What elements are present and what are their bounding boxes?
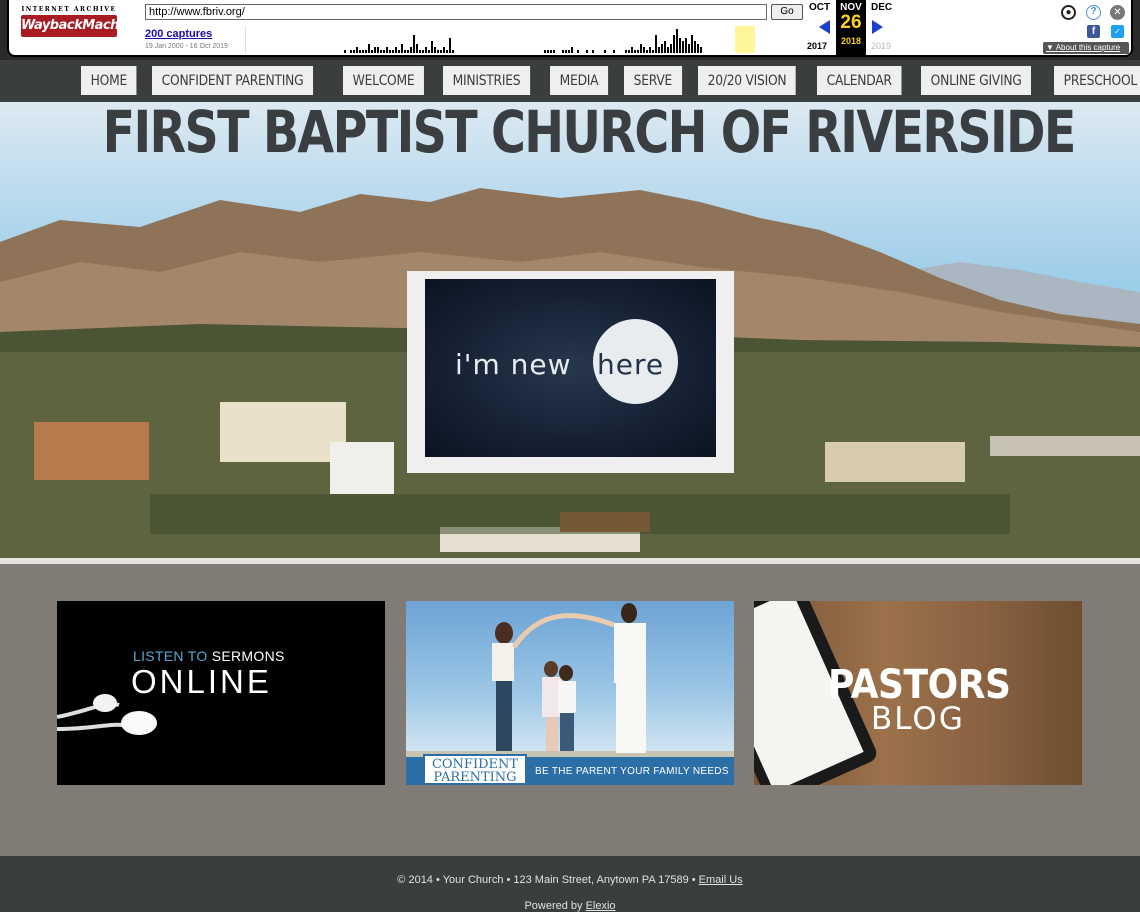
footer-address: © 2014 • Your Church • 123 Main Street, … [397, 874, 699, 886]
wayback-capture-sparkline[interactable] [245, 26, 801, 53]
nav-item-online-giving[interactable]: ONLINE GIVING [921, 66, 1032, 95]
wayback-next-month[interactable]: DEC [871, 2, 892, 13]
hero-banner: FIRST BAPTIST CHURCH OF RIVERSIDE i'm ne… [0, 102, 1140, 558]
nav-item-confident-parenting[interactable]: CONFIDENT PARENTING [152, 66, 314, 95]
about-capture-label: About this capture [1055, 43, 1121, 52]
wayback-prev-year[interactable]: 2017 [807, 41, 827, 51]
church-title: FIRST BAPTIST CHURCH OF RIVERSIDE [102, 102, 1077, 166]
wayback-current-day: 26 [840, 12, 862, 33]
capture-bar [571, 47, 575, 53]
help-icon[interactable]: ? [1086, 5, 1101, 20]
sermons-online-card[interactable]: LISTEN TO SERMONS ONLINE [57, 601, 385, 785]
wayback-url-input[interactable]: http://www.fbriv.org/ [145, 4, 767, 20]
powered-by-label: Powered by [524, 900, 586, 912]
capture-bar [592, 50, 596, 53]
nav-item-preschool[interactable]: PRESCHOOL [1054, 66, 1140, 95]
main-nav: HOME CONFIDENT PARENTING WELCOME MINISTR… [0, 60, 1140, 102]
blog-line-2: BLOG [871, 701, 965, 737]
caret-down-icon: ▼ [1046, 43, 1054, 52]
capture-bar [613, 50, 617, 53]
nav-item-calendar[interactable]: CALENDAR [817, 66, 902, 95]
site-footer: © 2014 • Your Church • 123 Main Street, … [0, 856, 1140, 912]
next-capture-arrow-icon[interactable] [872, 20, 883, 34]
close-icon[interactable]: ✕ [1110, 5, 1125, 20]
sermons-line-2: ONLINE [131, 663, 272, 700]
confident-parenting-card[interactable]: CONFIDENT PARENTING BE THE PARENT YOUR F… [406, 601, 734, 785]
capture-bar [699, 47, 703, 53]
sermons-line-1: LISTEN TO SERMONS [133, 648, 285, 664]
nav-item-2020-vision[interactable]: 20/20 VISION [697, 66, 796, 95]
wayback-logo[interactable]: INTERNET ARCHIVE WaybackMachine [21, 6, 140, 44]
wayback-logo-caption: INTERNET ARCHIVE [21, 6, 117, 13]
elexio-link[interactable]: Elexio [586, 900, 616, 912]
wayback-logo-wordmark: WaybackMachine [21, 15, 140, 37]
capture-bar [553, 50, 557, 53]
twitter-icon[interactable]: ✓ [1111, 25, 1124, 38]
capture-bar [586, 50, 590, 53]
email-us-link[interactable]: Email Us [699, 874, 743, 886]
wayback-current-date: NOV 26 2018 [836, 0, 866, 55]
wayback-panel: INTERNET ARCHIVE WaybackMachine http://w… [7, 0, 1133, 57]
prev-capture-arrow-icon[interactable] [819, 20, 830, 34]
wayback-go-button[interactable]: Go [771, 4, 803, 20]
wayback-prev-month[interactable]: OCT [809, 2, 830, 13]
sparkline-current-highlight [735, 26, 755, 53]
parenting-logo-line2: PARENTING [433, 770, 517, 785]
footer-powered-line: Powered by Elexio [0, 900, 1140, 912]
user-icon[interactable]: ● [1061, 5, 1076, 20]
new-here-banner[interactable]: i'm new here [407, 271, 734, 473]
facebook-icon[interactable]: f [1087, 25, 1100, 38]
wayback-current-year: 2018 [840, 36, 862, 46]
capture-bar [577, 50, 581, 53]
new-here-image[interactable]: i'm new here [425, 279, 716, 457]
wayback-capture-range: 19 Jan 2000 - 16 Oct 2019 [145, 43, 228, 50]
nav-item-serve[interactable]: SERVE [624, 66, 682, 95]
parenting-tagline: BE THE PARENT YOUR FAMILY NEEDS [535, 766, 729, 777]
here-text: here [597, 348, 665, 381]
sermons-listen-to: LISTEN TO [133, 648, 212, 664]
new-here-text: i'm new [455, 348, 572, 381]
nav-item-home[interactable]: HOME [81, 66, 137, 95]
nav-item-welcome[interactable]: WELCOME [343, 66, 425, 95]
wayback-captures-link[interactable]: 200 captures [145, 28, 212, 40]
wayback-toolbar: INTERNET ARCHIVE WaybackMachine http://w… [0, 0, 1140, 60]
nav-item-ministries[interactable]: MINISTRIES [443, 66, 531, 95]
capture-bar [451, 50, 455, 53]
footer-address-line: © 2014 • Your Church • 123 Main Street, … [0, 874, 1140, 886]
about-capture-dropdown[interactable]: ▼ About this capture [1043, 42, 1129, 54]
sermons-word: SERMONS [211, 648, 285, 664]
wayback-next-year[interactable]: 2019 [871, 41, 891, 51]
confident-parenting-logo: CONFIDENT PARENTING [423, 754, 527, 785]
pastors-blog-card[interactable]: PASTORS BLOG [754, 601, 1082, 785]
hero-divider [0, 558, 1140, 564]
capture-bar [344, 50, 348, 53]
nav-item-media[interactable]: MEDIA [550, 66, 609, 95]
capture-bar [604, 50, 608, 53]
